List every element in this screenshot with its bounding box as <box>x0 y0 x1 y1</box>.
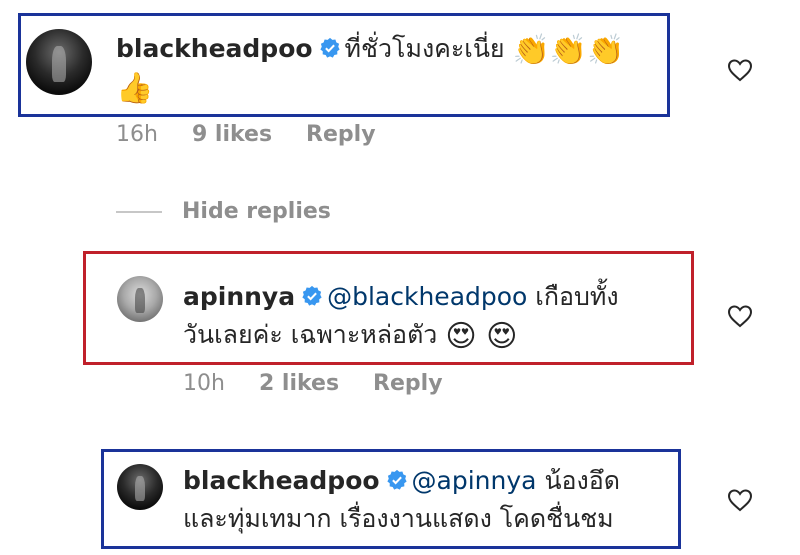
reply-button[interactable]: Reply <box>373 371 443 396</box>
thumbs-up-emoji: 👍 <box>116 71 154 106</box>
timestamp: 16h <box>116 122 158 147</box>
likes-count[interactable]: 2 likes <box>259 371 339 396</box>
comment-body-line2: วันเลยค่ะ เฉพาะหล่อตัว <box>183 320 438 349</box>
comment-meta: 16h 9 likes Reply <box>116 122 410 147</box>
comment-meta: 10h 2 likes Reply <box>183 371 477 396</box>
timestamp: 10h <box>183 371 225 396</box>
mention-link[interactable]: @apinnya <box>412 466 537 495</box>
verified-badge-icon <box>302 285 322 306</box>
mention-link[interactable]: @blackheadpoo <box>327 282 527 311</box>
username[interactable]: blackheadpoo <box>116 34 313 63</box>
avatar[interactable] <box>26 29 92 95</box>
likes-count[interactable]: 9 likes <box>192 122 272 147</box>
hide-replies-button[interactable]: Hide replies <box>182 199 331 224</box>
heart-eyes-emoji: 😍 😍 <box>445 319 518 354</box>
username[interactable]: blackheadpoo <box>183 466 380 495</box>
comment-text: blackheadpoo ที่ชั่วโมงคะเนี่ย 👏👏👏 👍 <box>116 30 625 106</box>
verified-badge-icon <box>319 37 340 58</box>
comment-body: เกือบทั้ง <box>535 282 619 311</box>
heart-icon[interactable] <box>727 488 753 512</box>
username[interactable]: apinnya <box>183 282 295 311</box>
clap-emoji: 👏👏👏 <box>512 33 625 68</box>
comment-body: ที่ชั่วโมงคะเนี่ย <box>344 34 505 63</box>
heart-icon[interactable] <box>727 58 753 82</box>
comment-text: apinnya @blackheadpoo เกือบทั้ง วันเลยค่ะ… <box>183 278 619 354</box>
comment-body-line2: และทุ่มเทมาก เรื่องงานแสดง โคดชื่นชม <box>183 504 614 533</box>
comment-text: blackheadpoo @apinnya น้องอึด และทุ่มเทมา… <box>183 462 620 538</box>
thread-divider <box>116 211 162 213</box>
avatar[interactable] <box>117 276 163 322</box>
verified-badge-icon <box>386 469 407 490</box>
avatar[interactable] <box>117 464 163 510</box>
reply-button[interactable]: Reply <box>306 122 376 147</box>
heart-icon[interactable] <box>727 304 753 328</box>
comment-body: น้องอึด <box>544 466 621 495</box>
